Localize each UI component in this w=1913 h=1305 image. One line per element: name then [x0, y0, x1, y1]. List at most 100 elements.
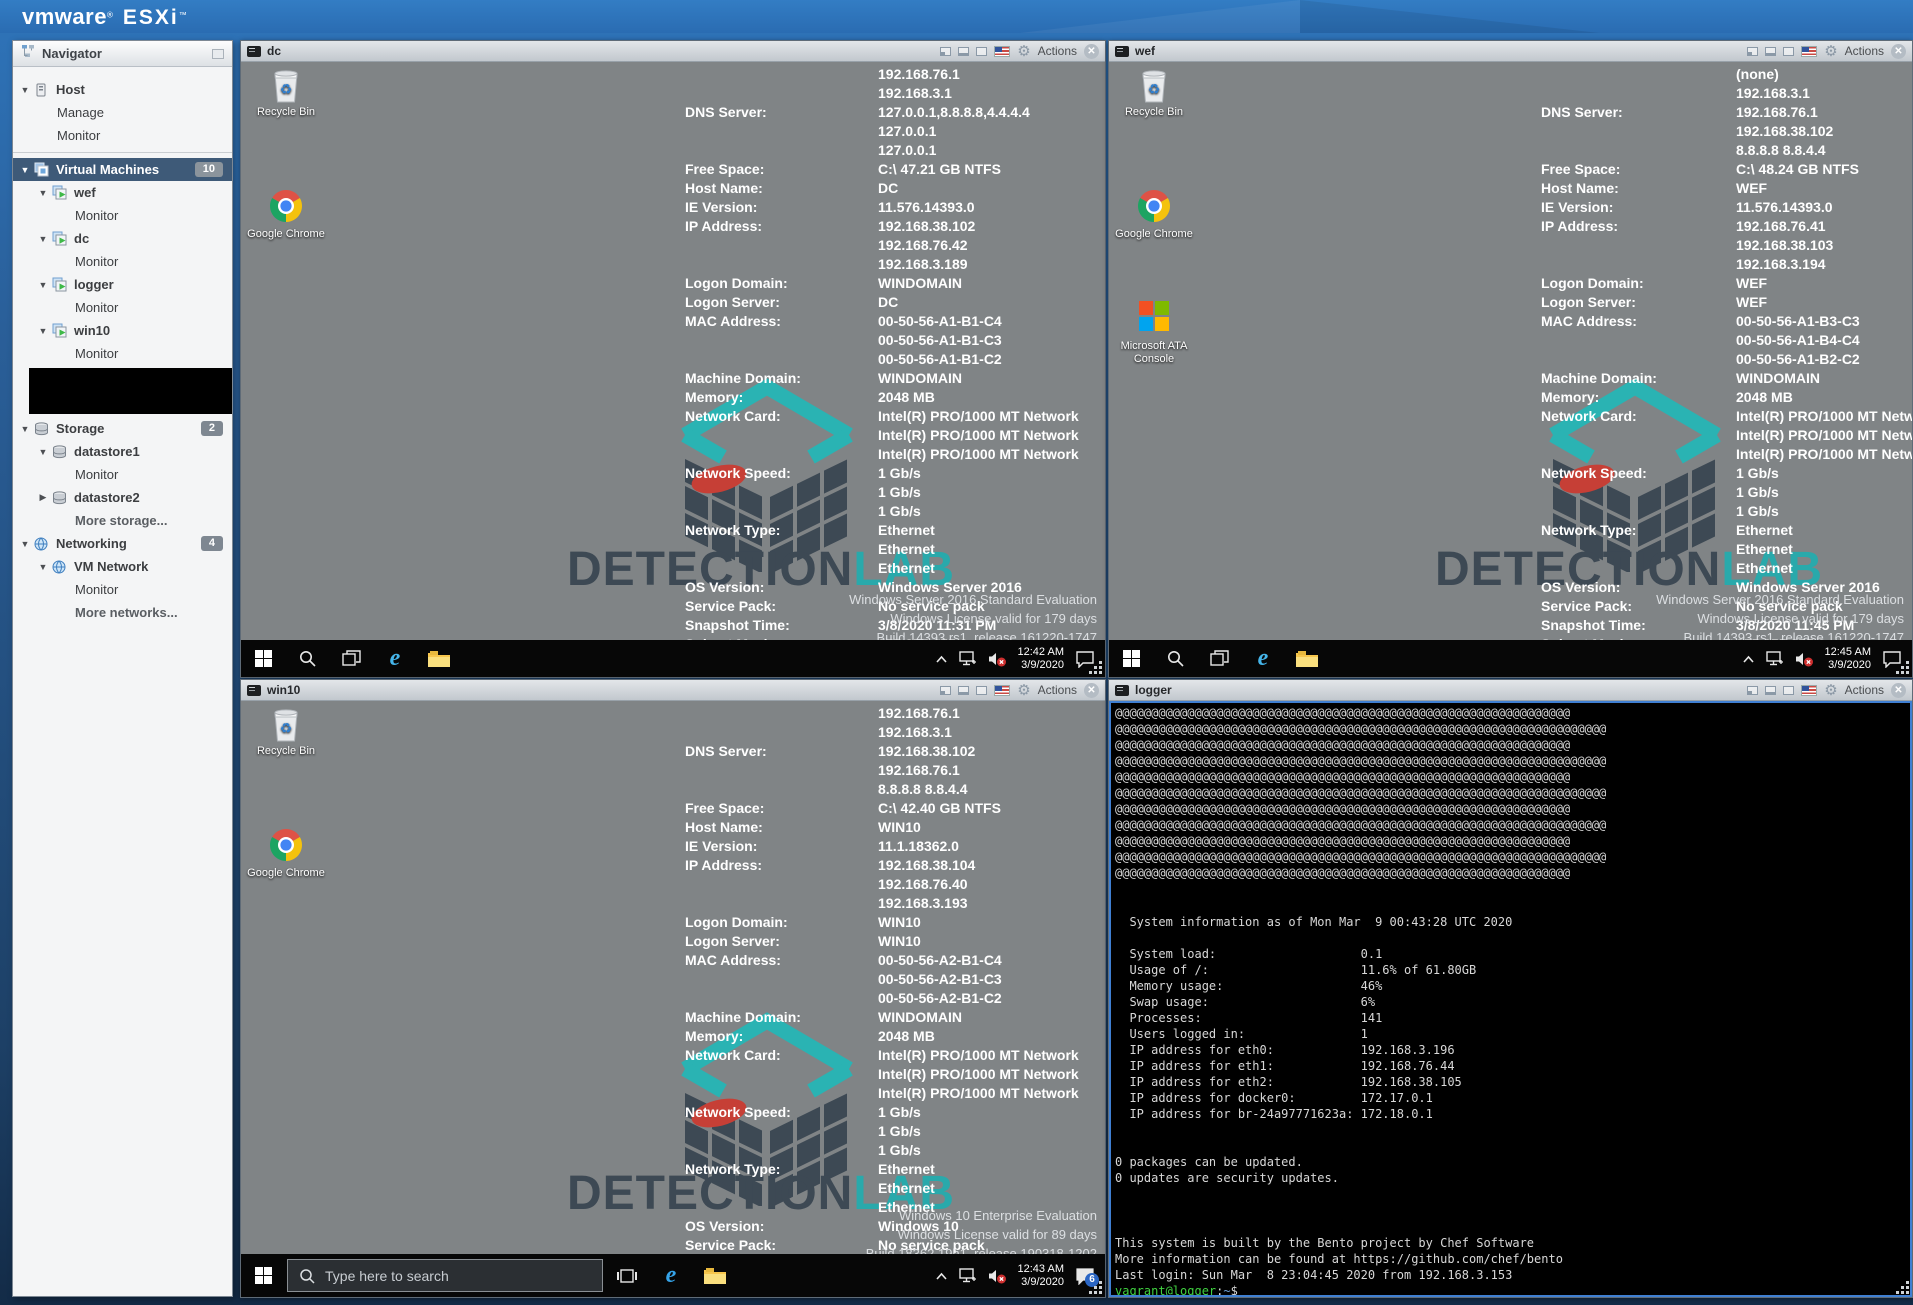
keyboard-layout-flag-icon[interactable] — [1801, 685, 1817, 696]
sidebar-item-monitor[interactable]: Monitor — [13, 463, 232, 486]
close-icon[interactable]: ✕ — [1084, 44, 1099, 59]
explorer-icon[interactable] — [1285, 640, 1329, 677]
close-icon[interactable]: ✕ — [1891, 683, 1906, 698]
ie-icon[interactable]: e — [373, 640, 417, 677]
window-titlebar[interactable]: wef ⚙ Actions ✕ — [1109, 41, 1912, 62]
fullscreen-console-icon[interactable] — [958, 686, 969, 695]
actions-button[interactable]: Actions — [1845, 683, 1884, 697]
sidebar-item-wef[interactable]: ▼wef — [13, 181, 232, 204]
resize-grip[interactable] — [1088, 660, 1103, 675]
tray-muted-speaker-icon[interactable] — [988, 1268, 1007, 1284]
actions-button[interactable]: Actions — [1038, 44, 1077, 58]
fullscreen-console-icon[interactable] — [1765, 686, 1776, 695]
search-icon[interactable] — [1153, 640, 1197, 677]
popout-console-icon[interactable] — [940, 47, 951, 56]
vm-console-window-logger[interactable]: logger ⚙ Actions ✕ @@@@@@@@@@@@@@@@@@@@@… — [1108, 679, 1913, 1298]
actions-button[interactable]: Actions — [1845, 44, 1884, 58]
maximize-icon[interactable] — [976, 686, 987, 695]
taskbar-clock[interactable]: 12:42 AM3/9/2020 — [1018, 646, 1064, 672]
sidebar-item-networking[interactable]: ▼Networking4 — [13, 532, 232, 555]
gear-icon[interactable]: ⚙ — [1017, 44, 1030, 59]
tray-muted-speaker-icon[interactable] — [1795, 651, 1814, 667]
chevron-down-icon[interactable]: ▼ — [37, 280, 49, 290]
gear-icon[interactable]: ⚙ — [1824, 44, 1837, 59]
resize-grip[interactable] — [1895, 1280, 1910, 1295]
vm-console-window-win10[interactable]: win10 ⚙ Actions ✕ DETECTIONLAB ♻Recycle … — [240, 679, 1106, 1298]
fullscreen-console-icon[interactable] — [1765, 47, 1776, 56]
ie-icon[interactable]: e — [1241, 640, 1285, 677]
taskbar-clock[interactable]: 12:43 AM3/9/2020 — [1018, 1263, 1064, 1289]
sidebar-item-virtual-machines[interactable]: ▼Virtual Machines10 — [13, 158, 232, 181]
sidebar-item-monitor[interactable]: Monitor — [13, 124, 232, 147]
chevron-down-icon[interactable]: ▼ — [37, 188, 49, 198]
vm-console-window-wef[interactable]: wef ⚙ Actions ✕ DETECTIONLAB ♻Recycle Bi… — [1108, 40, 1913, 678]
desktop-icon-google-chrome[interactable]: Google Chrome — [247, 827, 325, 880]
vm-console-window-dc[interactable]: dc ⚙ Actions ✕ DETECTIONLAB ♻Recycle Bin… — [240, 40, 1106, 678]
gear-icon[interactable]: ⚙ — [1017, 683, 1030, 698]
tray-muted-speaker-icon[interactable] — [988, 651, 1007, 667]
close-icon[interactable]: ✕ — [1084, 683, 1099, 698]
chevron-right-icon[interactable]: ▶ — [37, 492, 49, 503]
taskview10-icon[interactable] — [605, 1254, 649, 1297]
explorer-icon[interactable] — [417, 640, 461, 677]
start-icon[interactable] — [241, 1254, 285, 1297]
actions-button[interactable]: Actions — [1038, 683, 1077, 697]
explorer-icon[interactable] — [693, 1254, 737, 1297]
tray-chevron-up-icon[interactable] — [935, 1271, 948, 1281]
desktop-icon-google-chrome[interactable]: Google Chrome — [247, 188, 325, 241]
sidebar-item-win10[interactable]: ▼win10 — [13, 319, 232, 342]
search-icon[interactable] — [285, 640, 329, 677]
chevron-down-icon[interactable]: ▼ — [19, 539, 31, 549]
resize-grip[interactable] — [1088, 1280, 1103, 1295]
sidebar-item-datastore2[interactable]: ▶datastore2 — [13, 486, 232, 509]
sidebar-item-vm-network[interactable]: ▼VM Network — [13, 555, 232, 578]
keyboard-layout-flag-icon[interactable] — [994, 685, 1010, 696]
popout-console-icon[interactable] — [940, 686, 951, 695]
tray-chevron-up-icon[interactable] — [935, 654, 948, 664]
chevron-down-icon[interactable]: ▼ — [19, 165, 31, 175]
sidebar-item-monitor[interactable]: Monitor — [13, 342, 232, 365]
maximize-icon[interactable] — [1783, 47, 1794, 56]
sidebar-item-monitor[interactable]: Monitor — [13, 204, 232, 227]
sidebar-item-more-storage[interactable]: More storage... — [13, 509, 232, 532]
maximize-icon[interactable] — [1783, 686, 1794, 695]
vm-desktop[interactable]: DETECTIONLAB ♻Recycle BinGoogle Chrome 1… — [241, 62, 1105, 677]
popout-console-icon[interactable] — [1747, 686, 1758, 695]
tray-network-icon[interactable] — [959, 1268, 977, 1283]
collapse-panel-icon[interactable] — [212, 49, 224, 59]
tray-chevron-up-icon[interactable] — [1742, 654, 1755, 664]
sidebar-item-monitor[interactable]: Monitor — [13, 296, 232, 319]
taskview-icon[interactable] — [329, 640, 373, 677]
keyboard-layout-flag-icon[interactable] — [1801, 46, 1817, 57]
desktop-icon-recycle-bin[interactable]: ♻Recycle Bin — [247, 66, 325, 119]
sidebar-item-datastore1[interactable]: ▼datastore1 — [13, 440, 232, 463]
chevron-down-icon[interactable]: ▼ — [19, 85, 31, 95]
linux-terminal[interactable]: @@@@@@@@@@@@@@@@@@@@@@@@@@@@@@@@@@@@@@@@… — [1109, 701, 1912, 1297]
taskbar-search-input[interactable]: Type here to search — [287, 1259, 603, 1292]
window-titlebar[interactable]: logger ⚙ Actions ✕ — [1109, 680, 1912, 701]
chevron-down-icon[interactable]: ▼ — [37, 562, 49, 572]
desktop-icon-google-chrome[interactable]: Google Chrome — [1115, 188, 1193, 241]
keyboard-layout-flag-icon[interactable] — [994, 46, 1010, 57]
resize-grip[interactable] — [1895, 660, 1910, 675]
gear-icon[interactable]: ⚙ — [1824, 683, 1837, 698]
vm-desktop[interactable]: DETECTIONLAB ♻Recycle BinGoogle ChromeMi… — [1109, 62, 1912, 677]
maximize-icon[interactable] — [976, 47, 987, 56]
tray-network-icon[interactable] — [1766, 651, 1784, 666]
edge-icon[interactable]: e — [649, 1254, 693, 1297]
popout-console-icon[interactable] — [1747, 47, 1758, 56]
taskbar-clock[interactable]: 12:45 AM3/9/2020 — [1825, 646, 1871, 672]
sidebar-item-logger[interactable]: ▼logger — [13, 273, 232, 296]
chevron-down-icon[interactable]: ▼ — [37, 447, 49, 457]
window-titlebar[interactable]: dc ⚙ Actions ✕ — [241, 41, 1105, 62]
chevron-down-icon[interactable]: ▼ — [37, 326, 49, 336]
start-icon[interactable] — [1109, 640, 1153, 677]
vm-desktop[interactable]: DETECTIONLAB ♻Recycle BinGoogle Chrome 1… — [241, 701, 1105, 1297]
desktop-icon-recycle-bin[interactable]: ♻Recycle Bin — [1115, 66, 1193, 119]
desktop-icon-recycle-bin[interactable]: ♻Recycle Bin — [247, 705, 325, 758]
sidebar-item-dc[interactable]: ▼dc — [13, 227, 232, 250]
start-icon[interactable] — [241, 640, 285, 677]
desktop-icon-microsoft-ata-console[interactable]: Microsoft ATA Console — [1115, 300, 1193, 366]
window-titlebar[interactable]: win10 ⚙ Actions ✕ — [241, 680, 1105, 701]
sidebar-item-host[interactable]: ▼Host — [13, 78, 232, 101]
